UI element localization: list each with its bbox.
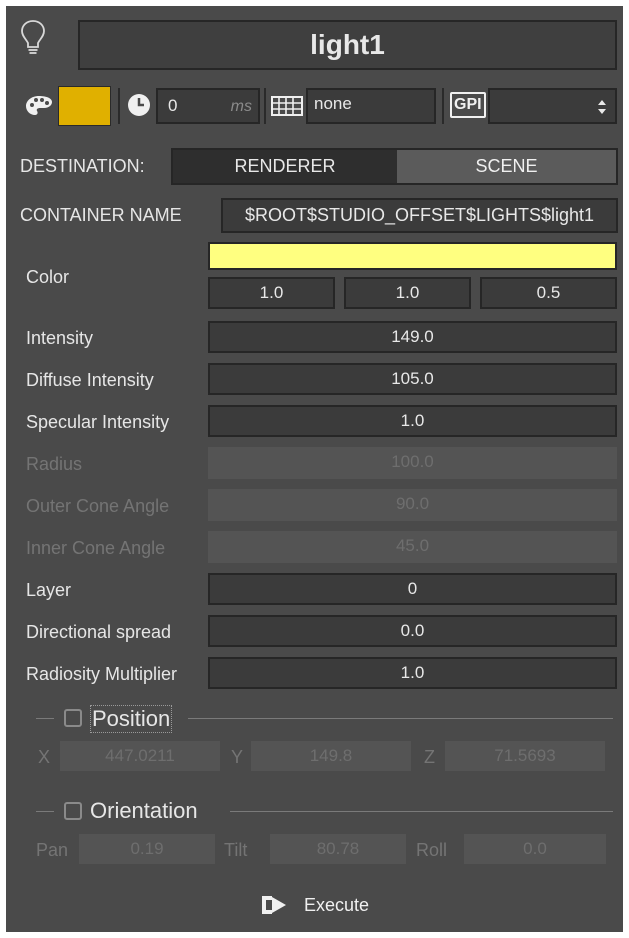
- radius-input: 100.0: [208, 447, 617, 479]
- delay-value: 0: [168, 96, 178, 115]
- group-divider: [230, 811, 613, 812]
- inner-cone-angle-input: 45.0: [208, 531, 617, 563]
- execute-button[interactable]: Execute: [260, 890, 380, 920]
- roll-label: Roll: [416, 840, 448, 860]
- orientation-checkbox[interactable]: [64, 802, 82, 820]
- tilt-label: Tilt: [224, 840, 248, 860]
- directional-spread-label: Directional spread: [26, 622, 172, 642]
- color-swatch[interactable]: [208, 242, 617, 270]
- inner-cone-angle-label: Inner Cone Angle: [26, 538, 166, 558]
- palette-icon[interactable]: [23, 93, 55, 119]
- outer-cone-angle-label: Outer Cone Angle: [26, 496, 170, 516]
- gpi-label: GPI: [454, 96, 482, 113]
- radius-label: Radius: [26, 454, 83, 474]
- toolbar-divider: [442, 88, 444, 124]
- toolbar-divider: [118, 88, 120, 124]
- delay-input[interactable]: 0 ms: [156, 88, 260, 124]
- color-r-input[interactable]: 1.0: [208, 277, 335, 309]
- radiosity-multiplier-input[interactable]: 1.0: [208, 657, 617, 689]
- group-divider: [36, 811, 54, 812]
- layer-input[interactable]: 0: [208, 573, 617, 605]
- position-y-label: Y: [231, 747, 244, 767]
- destination-scene-option[interactable]: SCENE: [397, 150, 616, 183]
- layer-label: Layer: [26, 580, 72, 600]
- color-tag-swatch[interactable]: [58, 86, 111, 126]
- specular-intensity-input[interactable]: 1.0: [208, 405, 617, 437]
- gpi-icon: GPI: [450, 92, 486, 118]
- lightbulb-icon: [20, 18, 46, 58]
- specular-intensity-label: Specular Intensity: [26, 412, 170, 432]
- container-name-label: CONTAINER NAME: [20, 205, 182, 225]
- group-divider: [188, 718, 613, 719]
- color-g-input[interactable]: 1.0: [344, 277, 471, 309]
- keyboard-icon: [271, 95, 303, 117]
- position-y-input: 149.8: [251, 741, 411, 771]
- radiosity-multiplier-label: Radiosity Multiplier: [26, 664, 178, 684]
- light-name-field[interactable]: light1: [78, 20, 617, 70]
- updown-arrows-icon: [598, 100, 606, 114]
- position-group-title: Position: [90, 705, 173, 733]
- position-checkbox[interactable]: [64, 709, 82, 727]
- toolbar-divider: [264, 88, 266, 124]
- gpi-select[interactable]: [488, 88, 617, 124]
- color-label: Color: [26, 267, 70, 287]
- outer-cone-angle-input: 90.0: [208, 489, 617, 521]
- execute-label: Execute: [304, 895, 370, 915]
- position-z-label: Z: [424, 747, 435, 767]
- diffuse-intensity-input[interactable]: 105.0: [208, 363, 617, 395]
- destination-renderer-option[interactable]: RENDERER: [173, 150, 397, 183]
- destination-label: DESTINATION:: [20, 156, 145, 176]
- pan-input: 0.19: [79, 834, 215, 864]
- position-x-label: X: [38, 747, 51, 767]
- position-z-input: 71.5693: [445, 741, 605, 771]
- delay-unit: ms: [230, 98, 252, 115]
- container-name-input[interactable]: $ROOT$STUDIO_OFFSET$LIGHTS$light1: [221, 198, 618, 233]
- keyboard-shortcut-input[interactable]: none: [306, 88, 436, 124]
- orientation-group-title: Orientation: [90, 798, 198, 823]
- directional-spread-input[interactable]: 0.0: [208, 615, 617, 647]
- tilt-input: 80.78: [270, 834, 406, 864]
- position-x-input: 447.0211: [60, 741, 220, 771]
- light-editor-panel: light1 0 ms none GPI DESTINATION: RENDER…: [6, 6, 623, 932]
- intensity-input[interactable]: 149.0: [208, 321, 617, 353]
- intensity-label: Intensity: [26, 328, 94, 348]
- destination-toggle: RENDERER SCENE: [171, 148, 618, 185]
- group-divider: [36, 718, 54, 719]
- roll-input: 0.0: [464, 834, 606, 864]
- color-b-input[interactable]: 0.5: [480, 277, 617, 309]
- execute-icon: [262, 896, 286, 914]
- clock-icon: [126, 92, 152, 118]
- pan-label: Pan: [36, 840, 69, 860]
- diffuse-intensity-label: Diffuse Intensity: [26, 370, 154, 390]
